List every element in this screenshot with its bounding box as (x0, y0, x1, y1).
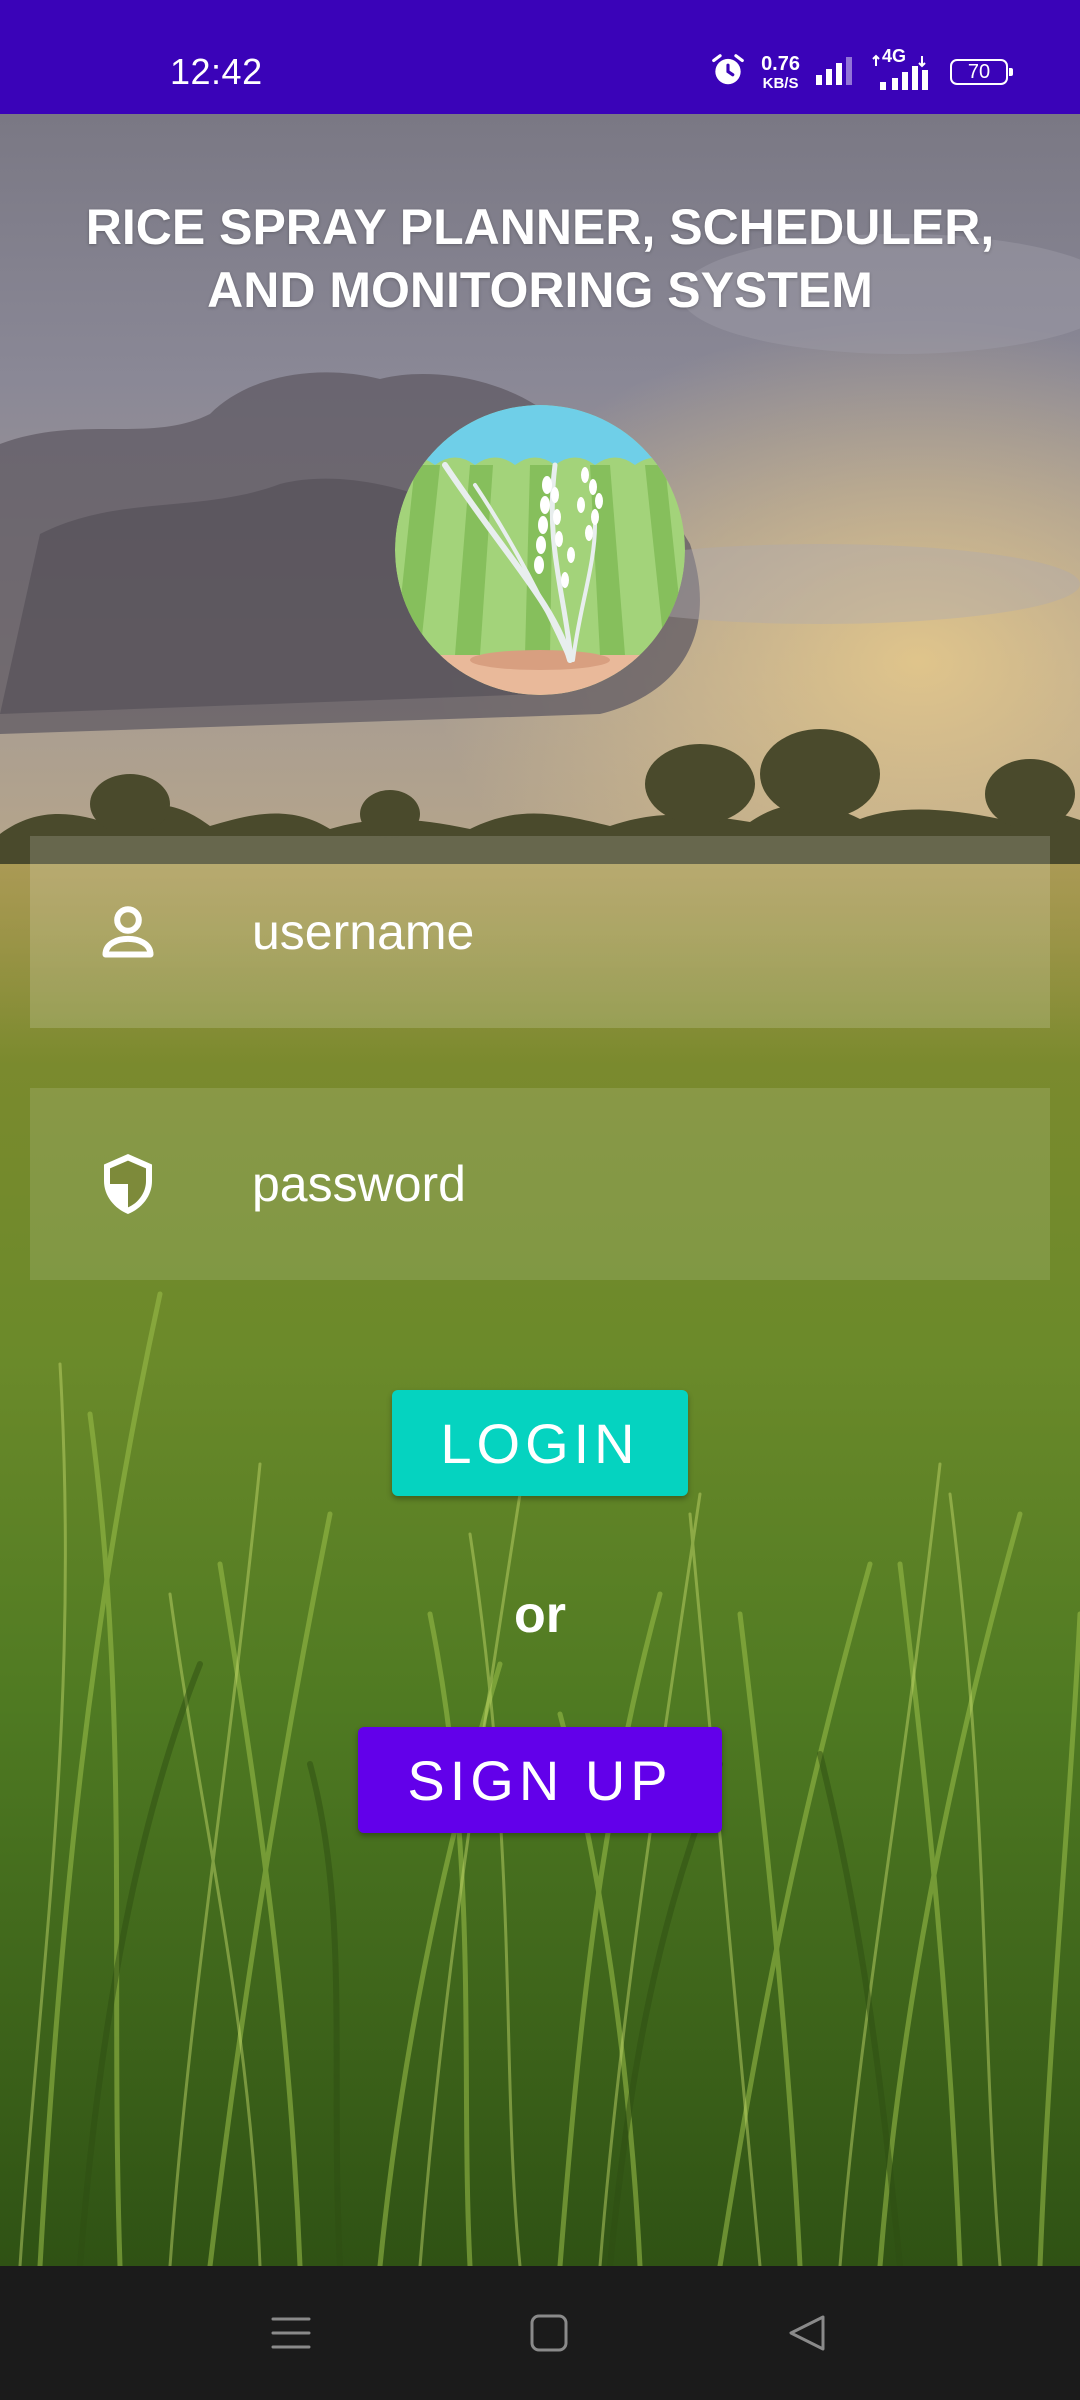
rice-plant-icon (395, 405, 685, 695)
network-speed-unit: KB/S (762, 74, 799, 92)
status-time: 12:42 (170, 51, 263, 92)
person-icon (92, 896, 164, 968)
back-button[interactable] (770, 2296, 844, 2370)
recent-apps-button[interactable] (254, 2296, 328, 2370)
app-logo (395, 405, 685, 695)
sign-up-button[interactable]: SIGN UP (358, 1727, 722, 1833)
menu-icon (271, 2317, 311, 2349)
username-field[interactable] (30, 836, 1050, 1028)
or-separator: or (514, 1586, 566, 1644)
battery-indicator: 70 (950, 59, 1013, 85)
password-input[interactable] (222, 1136, 1002, 1232)
status-icons: 0.76 KB/S 4G 70 (709, 46, 1013, 94)
navigation-bar (0, 2266, 1080, 2400)
home-button[interactable] (512, 2296, 586, 2370)
page-title: RICE SPRAY PLANNER, SCHEDULER, AND MONIT… (85, 199, 995, 318)
square-icon (530, 2314, 568, 2352)
status-bar: 12:42 0.76 KB/S 4G 70 (0, 0, 1080, 114)
network-speed: 0.76 KB/S (761, 54, 800, 91)
username-input[interactable] (222, 884, 1002, 980)
shield-icon (92, 1148, 164, 1220)
network-speed-value: 0.76 (761, 52, 800, 75)
signal-icon (814, 53, 858, 92)
alarm-icon (709, 51, 747, 94)
back-triangle-icon (789, 2315, 825, 2351)
battery-level: 70 (967, 60, 991, 83)
login-button[interactable]: LOGIN (392, 1390, 688, 1496)
password-field[interactable] (30, 1088, 1050, 1280)
signal-4g-icon: 4G (872, 46, 936, 92)
